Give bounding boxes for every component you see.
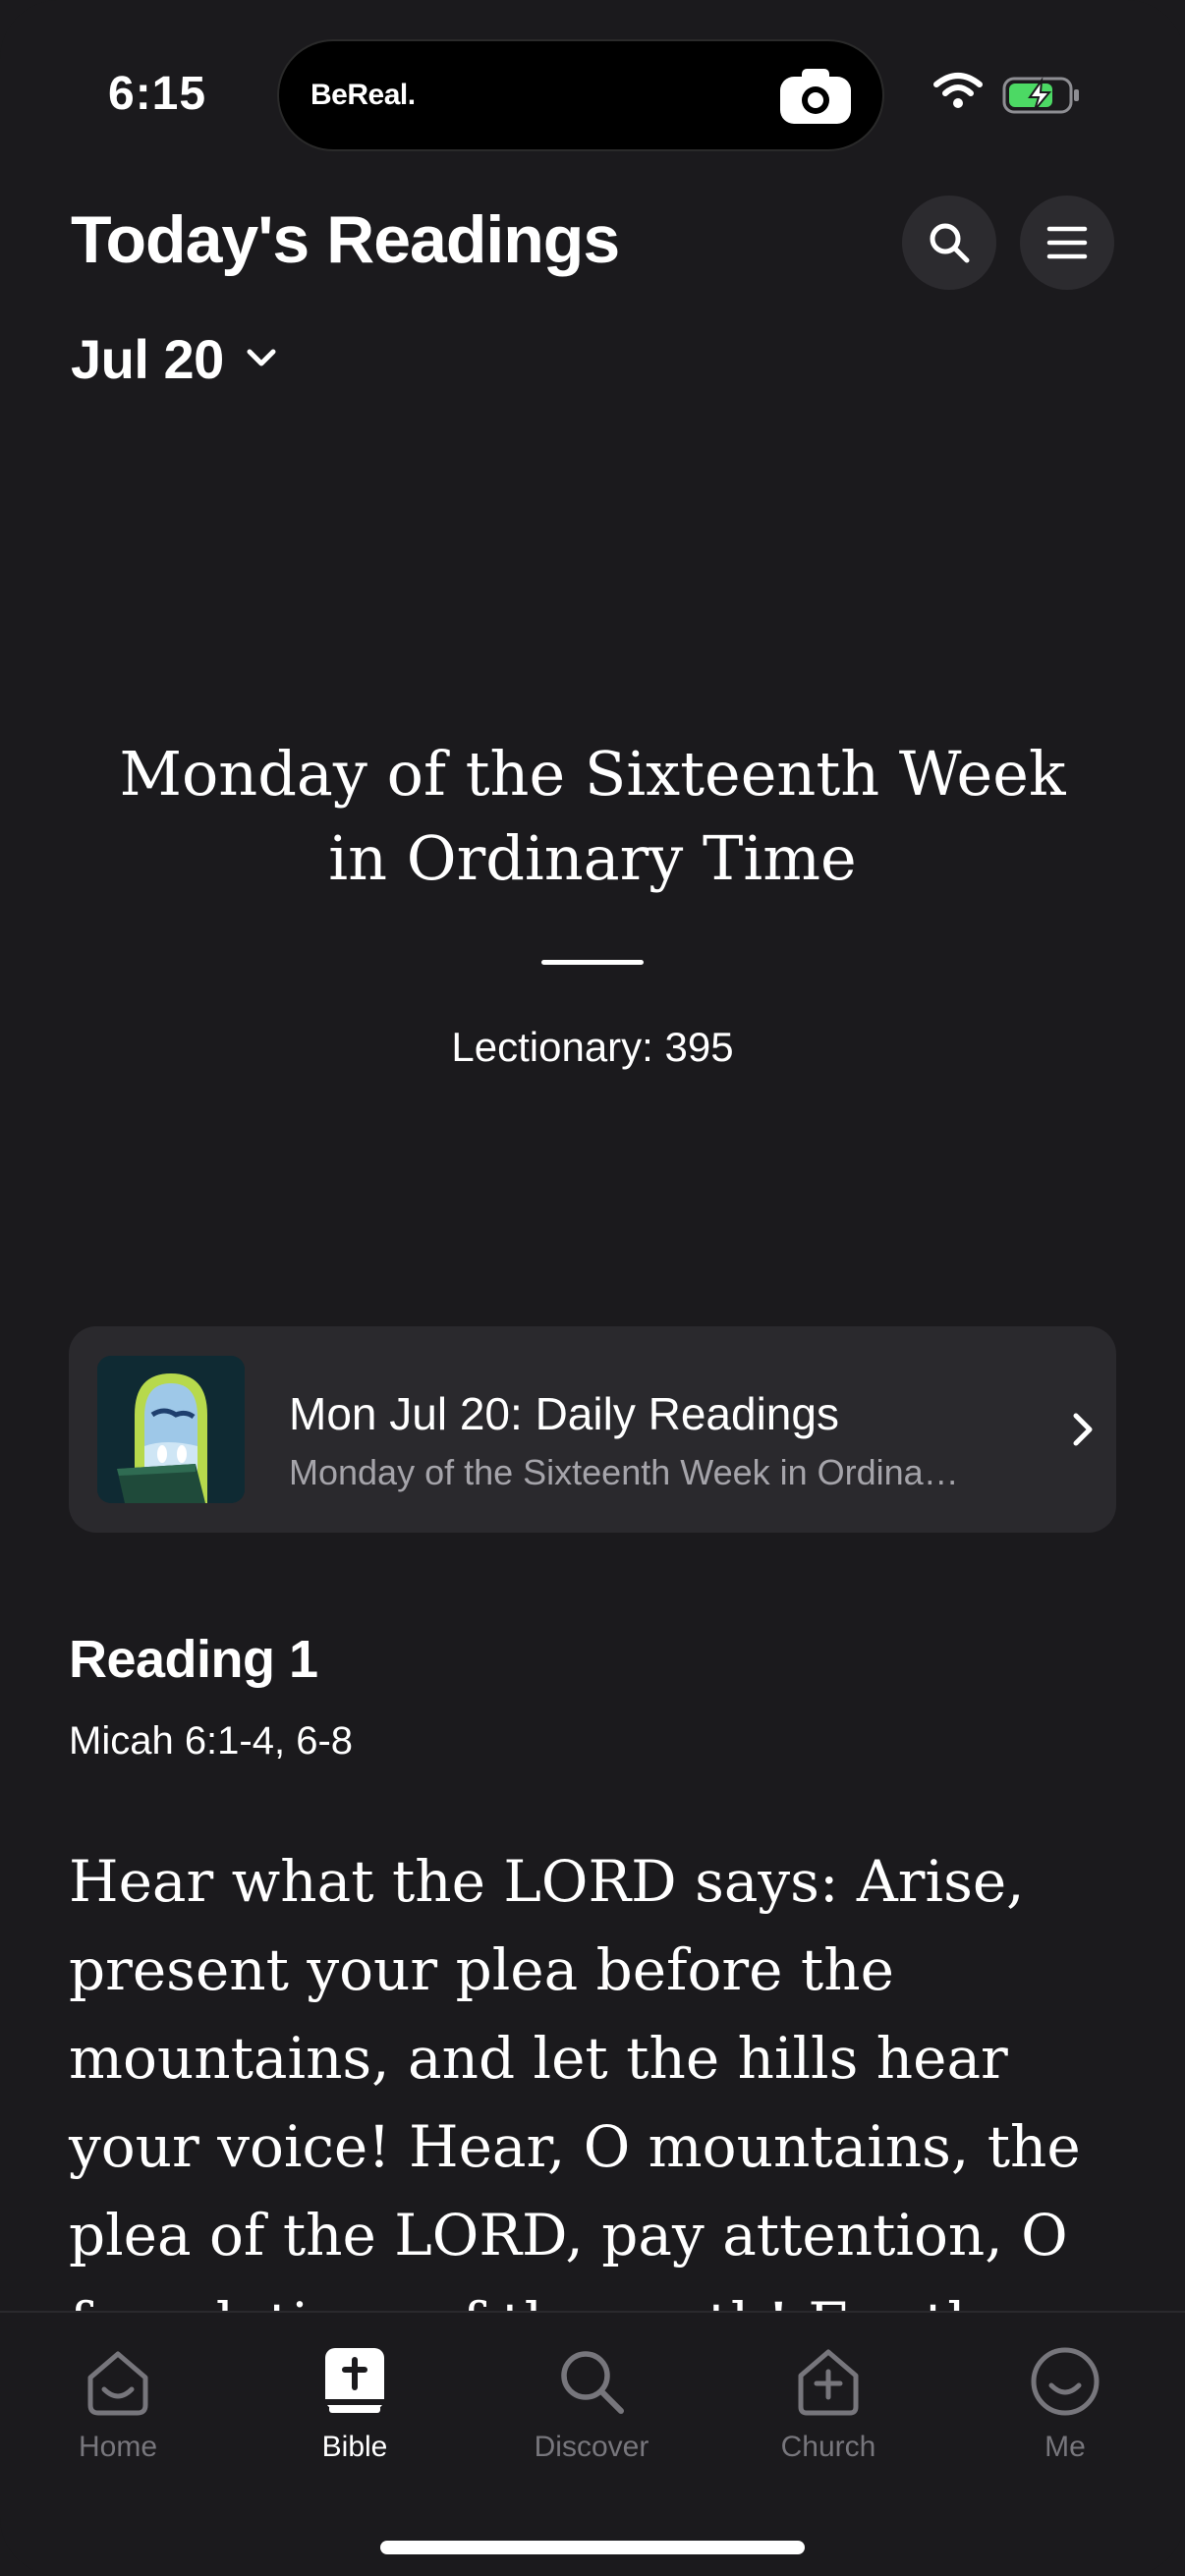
island-app-label: BeReal. <box>310 79 416 111</box>
wifi-icon <box>933 73 983 108</box>
profile-icon <box>1031 2347 1100 2416</box>
card-title: Mon Jul 20: Daily Readings <box>289 1388 839 1439</box>
lectionary-number: Lectionary: 395 <box>451 1024 734 1070</box>
tab-label-home: Home <box>78 2431 158 2463</box>
tab-label-bible: Bible <box>321 2431 388 2463</box>
search-icon <box>561 2351 624 2414</box>
tab-home[interactable]: Home <box>44 2342 192 2480</box>
search-button[interactable] <box>902 196 996 290</box>
tab-discover[interactable]: Discover <box>518 2342 665 2480</box>
tab-label-discover: Discover <box>534 2431 649 2463</box>
camera-icon <box>780 69 851 124</box>
reading-citation[interactable]: Micah 6:1-4, 6-8 <box>69 1719 353 1764</box>
status-time: 6:15 <box>108 68 207 120</box>
chevron-right-icon <box>1073 1413 1093 1446</box>
dynamic-island[interactable]: BeReal. <box>277 39 884 151</box>
battery-charging-icon <box>1002 77 1079 114</box>
card-subtitle: Monday of the Sixteenth Week in Ordinary… <box>289 1452 967 1492</box>
church-icon <box>798 2349 859 2416</box>
screen: 6:15 BeReal. Today's Readings Jul 20 Mon… <box>0 0 1185 2576</box>
home-indicator[interactable] <box>380 2541 805 2554</box>
menu-button[interactable] <box>1020 196 1114 290</box>
home-icon <box>87 2351 148 2416</box>
tab-me[interactable]: Me <box>991 2342 1139 2480</box>
daily-readings-card[interactable]: Mon Jul 20: Daily Readings Monday of the… <box>69 1326 1116 1533</box>
tab-bar: Home Bible Discover Church Me <box>0 2311 1185 2576</box>
reading-text: Hear what the LORD says: Arise, present … <box>69 1848 1081 2357</box>
title-divider <box>541 960 644 965</box>
date-label: Jul 20 <box>71 327 224 390</box>
tab-label-me: Me <box>1044 2431 1086 2463</box>
page-title: Today's Readings <box>71 202 620 277</box>
tab-church[interactable]: Church <box>755 2342 902 2480</box>
search-icon <box>930 223 970 263</box>
readings-thumbnail <box>97 1356 245 1503</box>
tab-label-church: Church <box>780 2431 876 2463</box>
tab-bible[interactable]: Bible <box>281 2342 428 2480</box>
liturgical-day-title: Monday of the Sixteenth Week in Ordinary… <box>119 738 1066 894</box>
chevron-down-icon <box>247 349 276 366</box>
menu-icon <box>1046 226 1088 259</box>
reading-heading: Reading 1 <box>69 1630 318 1689</box>
bible-icon <box>325 2348 384 2413</box>
date-picker[interactable]: Jul 20 <box>71 324 281 393</box>
